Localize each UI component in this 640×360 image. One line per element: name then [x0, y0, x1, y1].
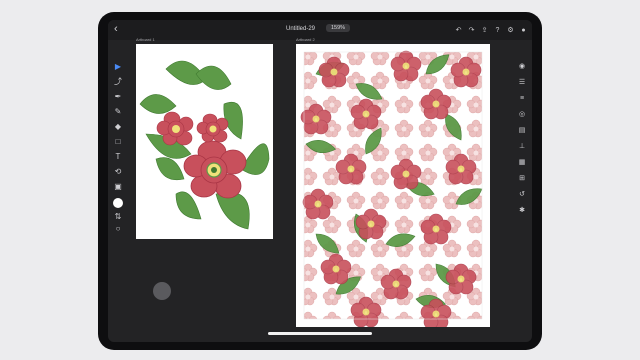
transform-panel-icon[interactable]: ▦: [517, 158, 527, 168]
shape-tool-icon[interactable]: □: [113, 137, 123, 147]
history-icon[interactable]: ↺: [517, 190, 527, 200]
document-title[interactable]: Untitled-29: [286, 26, 315, 32]
transform-tool-icon[interactable]: ⟲: [113, 167, 123, 177]
color-mode-icon[interactable]: ⇅: [113, 212, 123, 222]
top-toolbar: ‹ Untitled-29 159% ↶ ↷ ⇪ ? ⚙ ●: [108, 20, 532, 40]
menu-icon[interactable]: ≡: [517, 94, 527, 104]
app-screen: ‹ Untitled-29 159% ↶ ↷ ⇪ ? ⚙ ● ▶ ⤴ ✒ ✎ ◆…: [108, 20, 532, 342]
fill-color-swatch[interactable]: [113, 198, 123, 208]
stroke-color-icon[interactable]: ○: [113, 224, 123, 234]
undo-icon[interactable]: ↶: [454, 26, 463, 35]
align-icon[interactable]: ⊥: [517, 142, 527, 152]
left-toolbar: ▶ ⤴ ✒ ✎ ◆ □ T ⟲ ▣ ⇅ ○: [110, 40, 126, 342]
glyphs-icon[interactable]: ⊞: [517, 174, 527, 184]
image-tool-icon[interactable]: ▣: [113, 182, 123, 192]
settings-icon[interactable]: ⚙: [506, 26, 515, 35]
selection-tool-icon[interactable]: ▶: [113, 62, 123, 72]
more-settings-icon[interactable]: ✱: [517, 206, 527, 216]
share-icon[interactable]: ⇪: [480, 26, 489, 35]
account-icon[interactable]: ●: [519, 26, 528, 35]
pattern-illustration: [300, 49, 486, 327]
pathfinder-icon[interactable]: ▤: [517, 126, 527, 136]
artboard-1[interactable]: [136, 44, 273, 239]
right-toolbar: ◉ ☰ ≡ ◎ ▤ ⊥ ▦ ⊞ ↺ ✱: [514, 40, 530, 342]
type-tool-icon[interactable]: T: [113, 152, 123, 162]
direct-selection-tool-icon[interactable]: ⤴: [113, 77, 123, 87]
zoom-level[interactable]: 159%: [326, 24, 351, 32]
artboard-2[interactable]: [296, 44, 490, 327]
eraser-tool-icon[interactable]: ◆: [113, 122, 123, 132]
properties-icon[interactable]: ☰: [517, 78, 527, 88]
pencil-tool-icon[interactable]: ✎: [113, 107, 123, 117]
appearance-icon[interactable]: ◎: [517, 110, 527, 120]
back-icon[interactable]: ‹: [114, 23, 118, 35]
pen-tool-icon[interactable]: ✒: [113, 92, 123, 102]
layers-icon[interactable]: ◉: [517, 62, 527, 72]
quick-action-button[interactable]: [153, 282, 171, 300]
artboard-1-label: Artboard 1: [136, 37, 155, 42]
artboard-2-label: Artboard 2: [296, 37, 315, 42]
redo-icon[interactable]: ↷: [467, 26, 476, 35]
home-indicator: [268, 332, 372, 335]
flower-illustration: [139, 60, 270, 230]
help-icon[interactable]: ?: [493, 26, 502, 35]
